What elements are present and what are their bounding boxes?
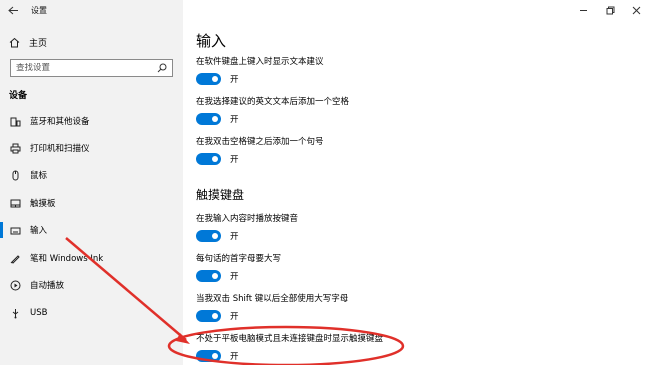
sidebar-item-mouse[interactable]: 鼠标 xyxy=(0,162,183,188)
toggle-state: 开 xyxy=(230,312,239,322)
option-label: 在我双击空格键之后添加一个句号 xyxy=(196,137,324,147)
option-caps-lock: 当我双击 Shift 键以后全部使用大写字母 开 xyxy=(196,293,348,322)
option-capitalize: 每句话的首字母要大写 开 xyxy=(196,253,281,282)
sidebar-item-typing[interactable]: 输入 xyxy=(0,217,183,243)
option-label: 当我双击 Shift 键以后全部使用大写字母 xyxy=(196,294,349,304)
sidebar-item-label: 笔和 Windows Ink xyxy=(30,254,104,264)
toggle-switch[interactable] xyxy=(196,230,221,242)
toggle-switch[interactable] xyxy=(196,350,221,362)
window-title: 设置 xyxy=(31,5,47,15)
title-bar: 设置 xyxy=(0,0,183,20)
option-add-space: 在我选择建议的英文文本后添加一个空格 开 xyxy=(196,96,349,125)
section-label: 设备 xyxy=(9,91,28,101)
toggle-switch[interactable] xyxy=(196,270,221,282)
keyboard-icon xyxy=(9,224,21,236)
toggle-switch[interactable] xyxy=(196,310,221,322)
toggle-state: 开 xyxy=(230,272,239,282)
option-label: 每句话的首字母要大写 xyxy=(196,254,282,264)
autoplay-icon xyxy=(9,279,21,291)
sidebar-item-label: 鼠标 xyxy=(30,171,48,181)
home-nav-item[interactable]: 主页 xyxy=(8,34,47,50)
toggle-state: 开 xyxy=(230,232,239,242)
toggle-state: 开 xyxy=(230,155,239,165)
page-title: 输入 xyxy=(196,32,227,50)
option-add-period: 在我双击空格键之后添加一个句号 开 xyxy=(196,136,324,165)
option-show-touch-keyboard: 不处于平板电脑模式且未连接键盘时显示触摸键盘 开 xyxy=(196,333,383,362)
option-label: 在软件键盘上键入时显示文本建议 xyxy=(196,57,324,67)
touchpad-icon xyxy=(9,197,21,209)
search-icon[interactable] xyxy=(157,63,167,73)
sidebar-item-label: 蓝牙和其他设备 xyxy=(30,117,90,127)
sidebar-item-label: 打印机和扫描仪 xyxy=(30,144,90,154)
sidebar-item-touchpad[interactable]: 触摸板 xyxy=(0,190,183,216)
sidebar-item-usb[interactable]: USB xyxy=(0,300,183,326)
main-content: 输入 在软件键盘上键入时显示文本建议 开 在我选择建议的英文文本后添加一个空格 … xyxy=(183,0,650,365)
option-label: 在我输入内容时播放按键音 xyxy=(196,214,299,224)
mouse-icon xyxy=(9,169,21,181)
sidebar-item-label: 输入 xyxy=(30,226,48,236)
sidebar-item-autoplay[interactable]: 自动播放 xyxy=(0,272,183,298)
sidebar-item-printers[interactable]: 打印机和扫描仪 xyxy=(0,135,183,161)
toggle-state: 开 xyxy=(230,352,239,362)
sidebar-item-pen[interactable]: 笔和 Windows Ink xyxy=(0,245,183,271)
active-indicator xyxy=(0,222,3,238)
pen-icon xyxy=(9,252,21,264)
home-label: 主页 xyxy=(29,38,48,49)
option-label: 在我选择建议的英文文本后添加一个空格 xyxy=(196,97,350,107)
usb-icon xyxy=(9,307,21,319)
sidebar-item-label: 触摸板 xyxy=(30,199,56,209)
back-arrow-icon[interactable] xyxy=(3,0,23,20)
toggle-switch[interactable] xyxy=(196,113,221,125)
search-input[interactable] xyxy=(16,63,146,73)
option-text-suggestions: 在软件键盘上键入时显示文本建议 开 xyxy=(196,56,324,85)
sidebar-item-label: USB xyxy=(30,308,48,318)
section-heading: 触摸键盘 xyxy=(196,188,245,202)
search-box[interactable] xyxy=(10,59,173,77)
toggle-state: 开 xyxy=(230,75,239,85)
toggle-switch[interactable] xyxy=(196,153,221,165)
sidebar: 设置 主页 设备 蓝牙和其他设备 打印机和扫描仪 xyxy=(0,0,183,365)
bluetooth-devices-icon xyxy=(9,115,21,127)
sidebar-item-bluetooth[interactable]: 蓝牙和其他设备 xyxy=(0,108,183,134)
option-key-sounds: 在我输入内容时播放按键音 开 xyxy=(196,213,298,242)
sidebar-item-label: 自动播放 xyxy=(30,281,65,291)
home-icon xyxy=(8,36,20,48)
toggle-state: 开 xyxy=(230,115,239,125)
toggle-switch[interactable] xyxy=(196,73,221,85)
printer-icon xyxy=(9,142,21,154)
option-label: 不处于平板电脑模式且未连接键盘时显示触摸键盘 xyxy=(196,334,384,344)
